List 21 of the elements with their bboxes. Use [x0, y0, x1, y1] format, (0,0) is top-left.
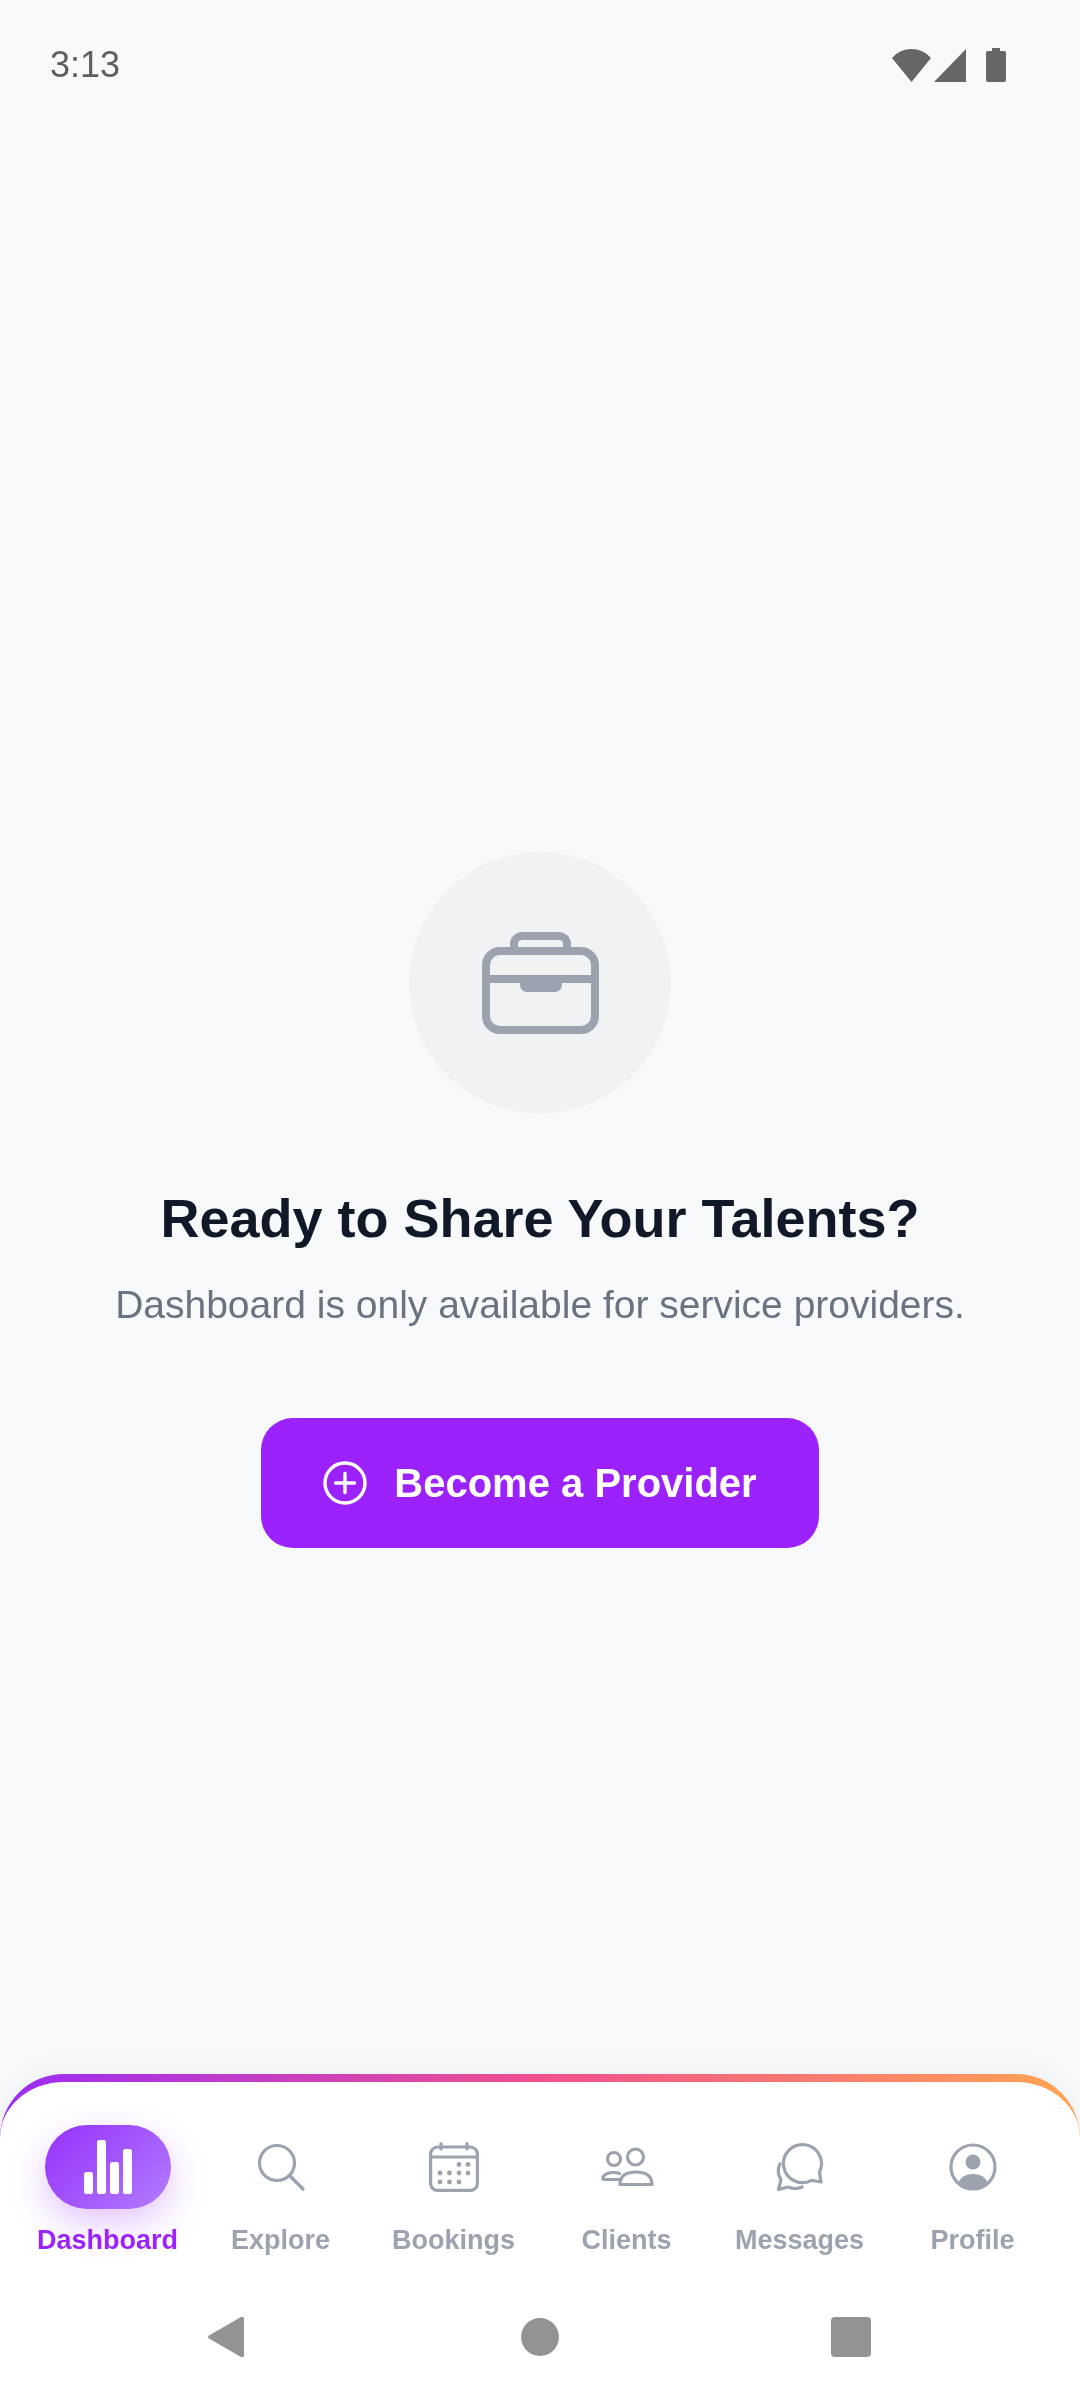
search-icon [256, 2143, 305, 2191]
become-provider-button[interactable]: Become a Provider [261, 1418, 819, 1548]
back-icon[interactable] [207, 2316, 244, 2358]
clock-time: 3:13 [50, 47, 121, 83]
wifi-icon [892, 48, 931, 82]
nav-tab[interactable]: Dashboard [21, 2125, 194, 2256]
nav-tab[interactable]: Messages [713, 2125, 886, 2256]
chat-bubbles-icon [774, 2142, 825, 2192]
calendar-icon [428, 2142, 479, 2192]
description-text: Dashboard is only available for service providers. [115, 1282, 965, 1328]
heading: Ready to Share Your Talents? [160, 1187, 920, 1250]
signal-icon [934, 48, 966, 82]
home-icon[interactable] [521, 2318, 559, 2356]
nav-tab[interactable]: Bookings [367, 2125, 540, 2256]
nav-tab[interactable]: Explore [194, 2125, 367, 2256]
battery-icon [986, 48, 1006, 82]
plus-circle-icon [323, 1461, 368, 1505]
nav-tab[interactable]: Profile [886, 2125, 1059, 2256]
nav-tab[interactable]: Clients [540, 2125, 713, 2256]
people-icon [599, 2147, 654, 2187]
person-circle-icon [948, 2143, 997, 2191]
